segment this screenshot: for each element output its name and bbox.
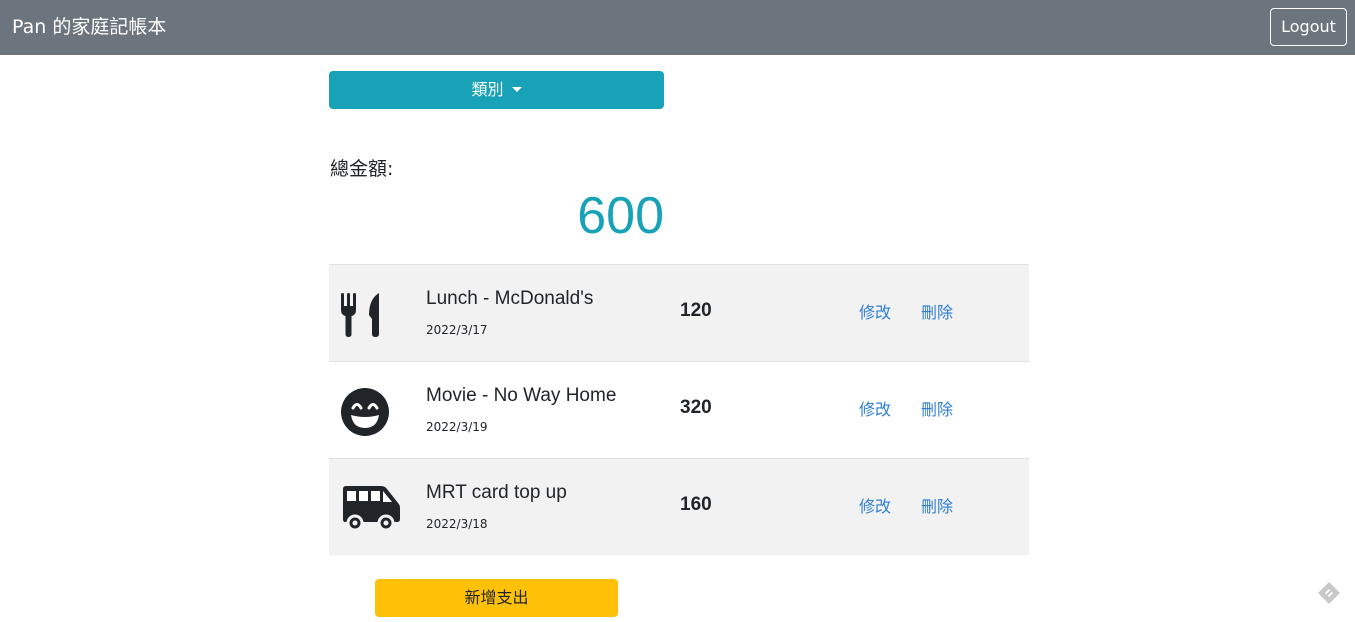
extension-tag-icon[interactable] [1316,580,1342,606]
expense-row: Movie - No Way Home 2022/3/19 320 修改 刪除 [329,361,1029,458]
expense-row: Lunch - McDonald's 2022/3/17 120 修改 刪除 [329,264,1029,361]
expense-list: Lunch - McDonald's 2022/3/17 120 修改 刪除 M… [329,264,1029,555]
navbar-brand[interactable]: Pan 的家庭記帳本 [12,15,166,39]
delete-link[interactable]: 刪除 [921,303,953,323]
expense-row: MRT card top up 2022/3/18 160 修改 刪除 [329,458,1029,555]
shuttle-van-icon [339,483,400,535]
total-amount-value: 600 [577,187,664,245]
expense-date: 2022/3/17 [426,323,488,337]
logout-button[interactable]: Logout [1270,8,1347,46]
grin-icon [339,386,391,438]
expense-amount: 120 [680,300,712,321]
category-dropdown-button[interactable]: 類別 [329,71,664,109]
expense-date: 2022/3/19 [426,420,488,434]
delete-link[interactable]: 刪除 [921,400,953,420]
expense-amount: 160 [680,494,712,515]
edit-link[interactable]: 修改 [859,400,891,420]
total-amount-label: 總金額: [330,158,394,180]
expense-title: MRT card top up [426,482,567,503]
utensils-icon [339,289,391,341]
edit-link[interactable]: 修改 [859,497,891,517]
expense-date: 2022/3/18 [426,517,488,531]
expense-title: Movie - No Way Home [426,385,617,406]
navbar: Pan 的家庭記帳本 Logout [0,0,1355,55]
expense-title: Lunch - McDonald's [426,288,594,309]
delete-link[interactable]: 刪除 [921,497,953,517]
category-dropdown-label: 類別 [471,80,504,99]
add-expense-button[interactable]: 新增支出 [375,579,618,617]
edit-link[interactable]: 修改 [859,303,891,323]
caret-down-icon [511,87,522,92]
expense-amount: 320 [680,397,712,418]
